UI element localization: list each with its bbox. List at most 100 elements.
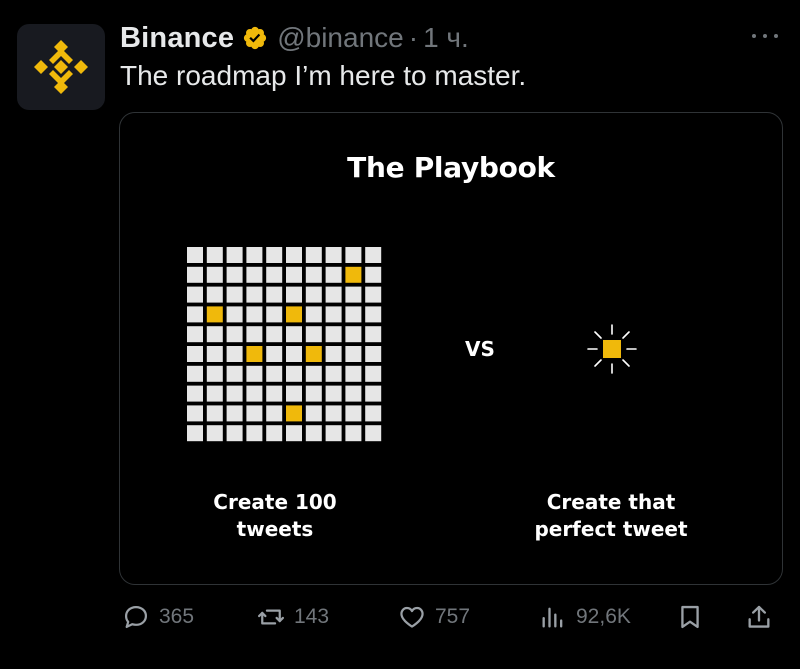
grid-cell — [345, 346, 362, 362]
grid-cell — [246, 306, 263, 323]
caption-line: Create that — [546, 490, 676, 514]
avatar[interactable] — [17, 24, 105, 110]
grid-cell — [226, 346, 243, 362]
image-title: The Playbook — [347, 151, 555, 184]
grid-cell — [365, 425, 382, 442]
grid-cell — [226, 326, 243, 343]
grid-cell — [325, 365, 342, 382]
grid-cell-highlighted — [246, 346, 263, 362]
tweet-text: The roadmap I’m here to master. — [120, 60, 527, 91]
grid-cell — [286, 385, 302, 402]
views-button[interactable]: 92,6K — [539, 600, 631, 634]
grid-cell — [206, 385, 223, 402]
caption-line: perfect tweet — [534, 517, 688, 541]
grid-cell — [206, 247, 223, 263]
grid-cell — [206, 266, 223, 283]
grid-cell — [345, 306, 362, 323]
grid-cell — [286, 286, 302, 303]
grid-cell — [286, 346, 302, 362]
grid-cell — [365, 326, 382, 343]
verified-badge-icon[interactable] — [242, 25, 268, 51]
grid-cell — [187, 405, 203, 422]
grid-cell — [305, 385, 322, 402]
sparkle-square-icon — [587, 324, 637, 374]
retweet-count: 143 — [294, 605, 330, 628]
views-count: 92,6K — [576, 605, 631, 628]
grid-cell — [226, 385, 243, 402]
more-horizontal-icon — [774, 34, 778, 38]
grid-cell — [206, 286, 223, 303]
heart-icon — [400, 606, 424, 628]
more-options-button[interactable] — [752, 28, 778, 44]
tweet-media-image[interactable]: The Playbook VS Create 100 tweets Create… — [119, 112, 783, 585]
bookmark-button[interactable] — [676, 600, 704, 634]
tweet-action-bar: 365 143 757 92,6K — [120, 600, 780, 634]
like-button[interactable]: 757 — [398, 600, 470, 634]
views-bar-chart-icon — [542, 607, 563, 628]
grid-cell — [246, 286, 263, 303]
grid-cell — [325, 405, 342, 422]
grid-cell — [266, 385, 283, 402]
retweet-button[interactable]: 143 — [257, 600, 329, 634]
grid-cell — [246, 365, 263, 382]
grid-cell — [305, 425, 322, 442]
grid-cell — [325, 425, 342, 442]
caption-create-100-tweets: Create 100 tweets — [155, 489, 395, 543]
grid-cell-highlighted — [286, 405, 302, 422]
share-icon — [748, 605, 770, 628]
grid-cell — [246, 247, 263, 263]
grid-cell — [365, 266, 382, 283]
grid-cell — [266, 286, 283, 303]
grid-cell — [206, 365, 223, 382]
grid-cell — [345, 326, 362, 343]
grid-cell — [226, 286, 243, 303]
grid-cell — [266, 326, 283, 343]
grid-cell — [365, 286, 382, 303]
grid-cell — [286, 425, 302, 442]
grid-cell-highlighted — [305, 346, 322, 362]
binance-logo-icon — [34, 40, 88, 94]
grid-cell — [345, 385, 362, 402]
grid-cell — [246, 266, 263, 283]
grid-cell — [286, 247, 302, 263]
separator-dot: · — [408, 22, 419, 53]
grid-cell — [187, 306, 203, 323]
grid-cell — [365, 385, 382, 402]
grid-cell — [325, 306, 342, 323]
grid-cell — [345, 286, 362, 303]
grid-cell — [325, 286, 342, 303]
grid-cell — [325, 266, 342, 283]
grid-cell — [187, 326, 203, 343]
grid-cell — [226, 306, 243, 323]
grid-cell — [266, 266, 283, 283]
grid-cell — [286, 266, 302, 283]
grid-cell — [226, 266, 243, 283]
grid-cell — [345, 365, 362, 382]
author-display-name[interactable]: Binance — [120, 22, 234, 55]
grid-cell — [226, 425, 243, 442]
grid-cell — [365, 346, 382, 362]
grid-cell-highlighted — [286, 306, 302, 323]
bookmark-icon — [681, 605, 699, 629]
grid-cell — [226, 405, 243, 422]
grid-cell — [286, 365, 302, 382]
tweet-timestamp[interactable]: 1 ч. — [423, 22, 469, 54]
tweet-grid-illustration — [187, 247, 382, 442]
share-button[interactable] — [745, 600, 773, 634]
grid-cell — [305, 365, 322, 382]
grid-cell — [226, 365, 243, 382]
grid-cell — [365, 365, 382, 382]
reply-button[interactable]: 365 — [122, 600, 194, 634]
grid-cell — [187, 286, 203, 303]
caption-line: tweets — [236, 517, 314, 541]
grid-cell — [206, 326, 223, 343]
author-handle[interactable]: @binance — [277, 22, 404, 54]
grid-cell — [187, 266, 203, 283]
grid-cell — [345, 247, 362, 263]
grid-cell — [246, 326, 263, 343]
retweet-icon — [257, 609, 285, 625]
grid-cell — [187, 346, 203, 362]
grid-cell — [206, 405, 223, 422]
grid-cell — [246, 385, 263, 402]
grid-cell — [305, 326, 322, 343]
